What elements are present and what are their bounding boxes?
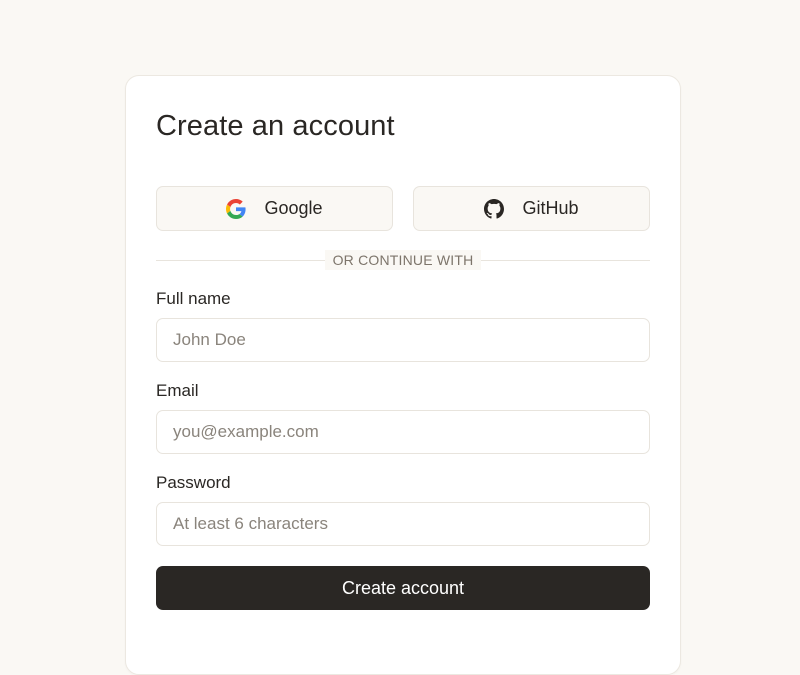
password-label: Password — [156, 473, 231, 492]
divider-line-right — [481, 259, 651, 261]
or-divider: OR CONTINUE WITH — [156, 250, 651, 270]
full-name-label: Full name — [156, 289, 231, 308]
github-button[interactable]: GitHub — [413, 186, 650, 231]
social-login-row: Google GitHub — [156, 186, 650, 231]
google-icon — [226, 198, 247, 219]
email-input[interactable] — [156, 410, 650, 454]
divider-text: OR CONTINUE WITH — [324, 250, 482, 270]
divider-line-left — [156, 259, 325, 261]
github-button-label: GitHub — [522, 198, 579, 218]
password-input[interactable] — [156, 502, 650, 546]
create-account-button[interactable]: Create account — [156, 566, 650, 610]
github-icon — [484, 198, 505, 219]
signup-card: Create an account Google GitHub OR CONTI… — [125, 75, 681, 675]
google-button-label: Google — [264, 198, 323, 218]
google-button[interactable]: Google — [156, 186, 393, 231]
page-title: Create an account — [156, 110, 395, 142]
email-label: Email — [156, 381, 199, 400]
full-name-input[interactable] — [156, 318, 650, 362]
